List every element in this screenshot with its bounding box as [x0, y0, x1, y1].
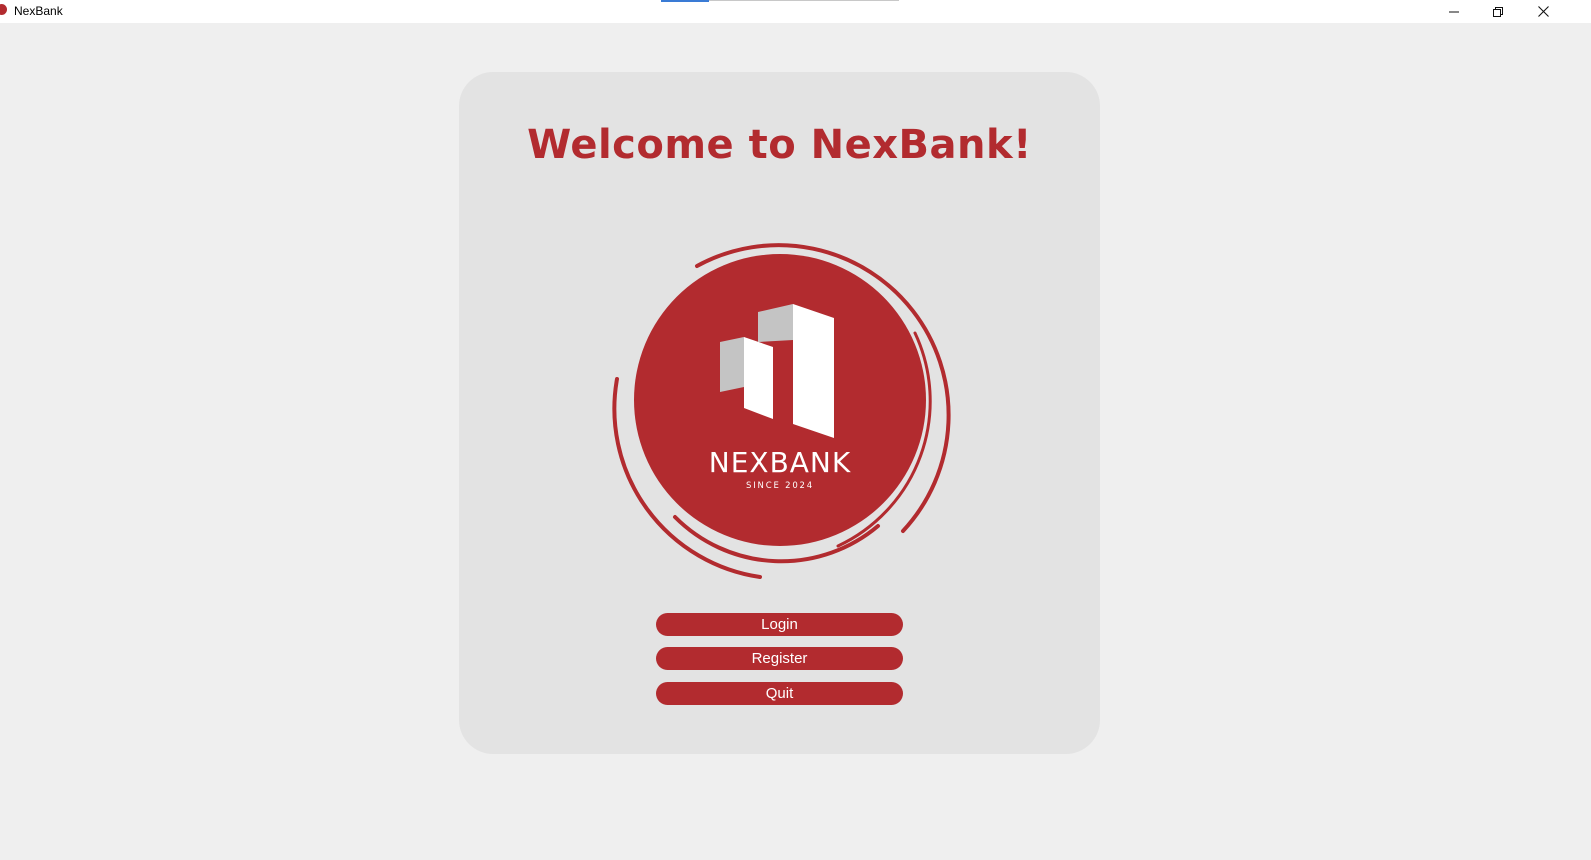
- title-divider: [709, 0, 899, 1]
- app-icon: [0, 4, 7, 15]
- close-button[interactable]: [1520, 0, 1566, 23]
- logo-tagline: SINCE 2024: [746, 481, 814, 491]
- minimize-button[interactable]: [1431, 0, 1477, 23]
- title-bar: NexBank: [0, 0, 1591, 23]
- minimize-icon: [1449, 11, 1459, 12]
- welcome-heading: Welcome to NexBank!: [527, 122, 1032, 168]
- nexbank-logo: NEXBANK SINCE 2024: [612, 243, 951, 579]
- quit-button[interactable]: Quit: [656, 682, 903, 705]
- register-button[interactable]: Register: [656, 647, 903, 670]
- close-icon: [1537, 6, 1549, 17]
- focus-indicator: [661, 0, 709, 2]
- restore-button[interactable]: [1475, 0, 1521, 23]
- window-title: NexBank: [14, 4, 63, 18]
- login-button[interactable]: Login: [656, 613, 903, 636]
- logo-wordmark: NEXBANK: [709, 446, 852, 479]
- restore-icon: [1493, 6, 1503, 17]
